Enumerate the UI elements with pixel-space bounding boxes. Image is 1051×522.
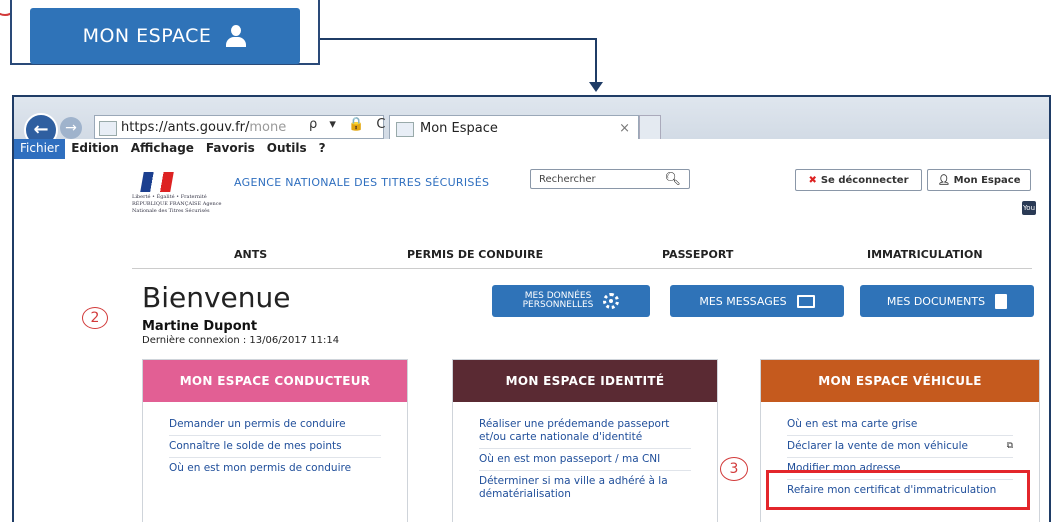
list-item-label: Déclarer la vente de mon véhicule (787, 440, 968, 452)
menu-favoris[interactable]: Favoris (200, 139, 261, 159)
youtube-icon[interactable]: You Tube (1022, 201, 1038, 226)
annotation-circle-2: 2 (82, 307, 108, 329)
annotation-circle-3: 3 (720, 457, 748, 481)
card-identite: MON ESPACE IDENTITÉ Réaliser une prédema… (452, 359, 718, 522)
list-item[interactable]: Déterminer si ma ville a adhéré à la dém… (479, 471, 691, 505)
card-title[interactable]: MON ESPACE CONDUCTEUR (143, 360, 407, 402)
favicon-icon (99, 121, 117, 136)
mes-donnees-line2: PERSONNELLES (522, 300, 594, 310)
mon-espace-label: Mon Espace (953, 175, 1021, 186)
list-item[interactable]: Connaître le solde de mes points (169, 436, 381, 458)
logout-label: Se déconnecter (820, 175, 909, 186)
search-input[interactable]: Rechercher 🔍︎ (530, 169, 690, 189)
agency-name: AGENCE NATIONALE DES TITRES SÉCURISÉS (234, 176, 490, 189)
mon-espace-button-large[interactable]: MON ESPACE (30, 8, 300, 64)
main-nav: ANTS PERMIS DE CONDUIRE PASSEPORT IMMATR… (132, 242, 1032, 269)
marianne-flag-icon (140, 172, 174, 192)
favicon-icon (396, 122, 414, 137)
connector-line-vertical (595, 38, 597, 84)
page-title: Bienvenue (142, 281, 291, 314)
ants-logo[interactable]: Liberté • Égalité • Fraternité RÉPUBLIQU… (132, 172, 221, 232)
menu-affichage[interactable]: Affichage (125, 139, 200, 159)
user-icon (225, 25, 247, 47)
search-placeholder: Rechercher (539, 174, 596, 185)
card-title[interactable]: MON ESPACE VÉHICULE (761, 360, 1039, 402)
list-item[interactable]: Où en est mon permis de conduire (169, 458, 381, 479)
nav-passeport[interactable]: PASSEPORT (662, 248, 733, 261)
card-conducteur: MON ESPACE CONDUCTEUR Demander un permis… (142, 359, 408, 522)
search-icon[interactable]: 🔍︎ (664, 170, 681, 190)
mon-espace-button[interactable]: 👤︎ Mon Espace (927, 169, 1031, 191)
folder-icon (796, 294, 815, 308)
mon-espace-label: MON ESPACE (82, 25, 212, 47)
mes-messages-label: MES MESSAGES (699, 294, 787, 308)
nav-immatriculation[interactable]: IMMATRICULATION (867, 248, 983, 261)
browser-window: ← → https://ants.gouv.fr/mone ρ ▾ 🔒 C Mo… (12, 95, 1051, 522)
url-main: https://ants.gouv.fr/ (121, 120, 250, 135)
mes-documents-button[interactable]: MES DOCUMENTS (860, 285, 1034, 317)
list-item[interactable]: Déclarer la vente de mon véhicule ⧉ (787, 436, 1013, 458)
list-item[interactable]: Demander un permis de conduire (169, 414, 381, 436)
address-tools[interactable]: ρ ▾ 🔒 C (309, 117, 389, 132)
highlight-box (766, 470, 1030, 510)
menu-bar: Fichier Edition Affichage Favoris Outils… (14, 139, 1049, 159)
list-item[interactable]: Réaliser une prédemande passeport et/ou … (479, 414, 691, 449)
menu-help[interactable]: ? (313, 139, 332, 159)
external-link-icon: ⧉ (1006, 441, 1013, 451)
menu-outils[interactable]: Outils (261, 139, 313, 159)
mes-documents-label: MES DOCUMENTS (886, 294, 986, 308)
gear-icon (603, 293, 620, 309)
mes-donnees-button[interactable]: MES DONNÉES PERSONNELLES (492, 285, 650, 317)
list-item[interactable]: Où en est ma carte grise (787, 414, 1013, 436)
card-links: Réaliser une prédemande passeport et/ou … (453, 402, 717, 505)
mes-donnees-label: MES DONNÉES PERSONNELLES (523, 292, 594, 310)
close-icon: ✖ (808, 175, 817, 186)
nav-ants[interactable]: ANTS (234, 248, 267, 261)
url-rest: mone (249, 120, 287, 135)
menu-edition[interactable]: Edition (65, 139, 125, 159)
forward-icon[interactable]: → (60, 117, 82, 139)
card-links: Demander un permis de conduire Connaître… (143, 402, 407, 479)
document-icon (995, 293, 1008, 309)
nav-permis[interactable]: PERMIS DE CONDUIRE (407, 248, 543, 261)
logout-button[interactable]: ✖ Se déconnecter (795, 169, 922, 191)
mes-messages-button[interactable]: MES MESSAGES (670, 285, 844, 317)
tab-title: Mon Espace (420, 121, 498, 136)
last-connection: Dernière connexion : 13/06/2017 11:14 (142, 335, 340, 346)
list-item[interactable]: Où en est mon passeport / ma CNI (479, 449, 691, 471)
card-title[interactable]: MON ESPACE IDENTITÉ (453, 360, 717, 402)
logo-text: Liberté • Égalité • Fraternité RÉPUBLIQU… (132, 194, 222, 214)
user-name: Martine Dupont (142, 319, 258, 334)
tab-mon-espace[interactable]: Mon Espace × (389, 115, 639, 141)
connector-line (320, 38, 596, 40)
menu-fichier[interactable]: Fichier (14, 139, 66, 159)
arrow-down-icon (589, 82, 603, 92)
user-icon: 👤︎ (937, 175, 954, 186)
